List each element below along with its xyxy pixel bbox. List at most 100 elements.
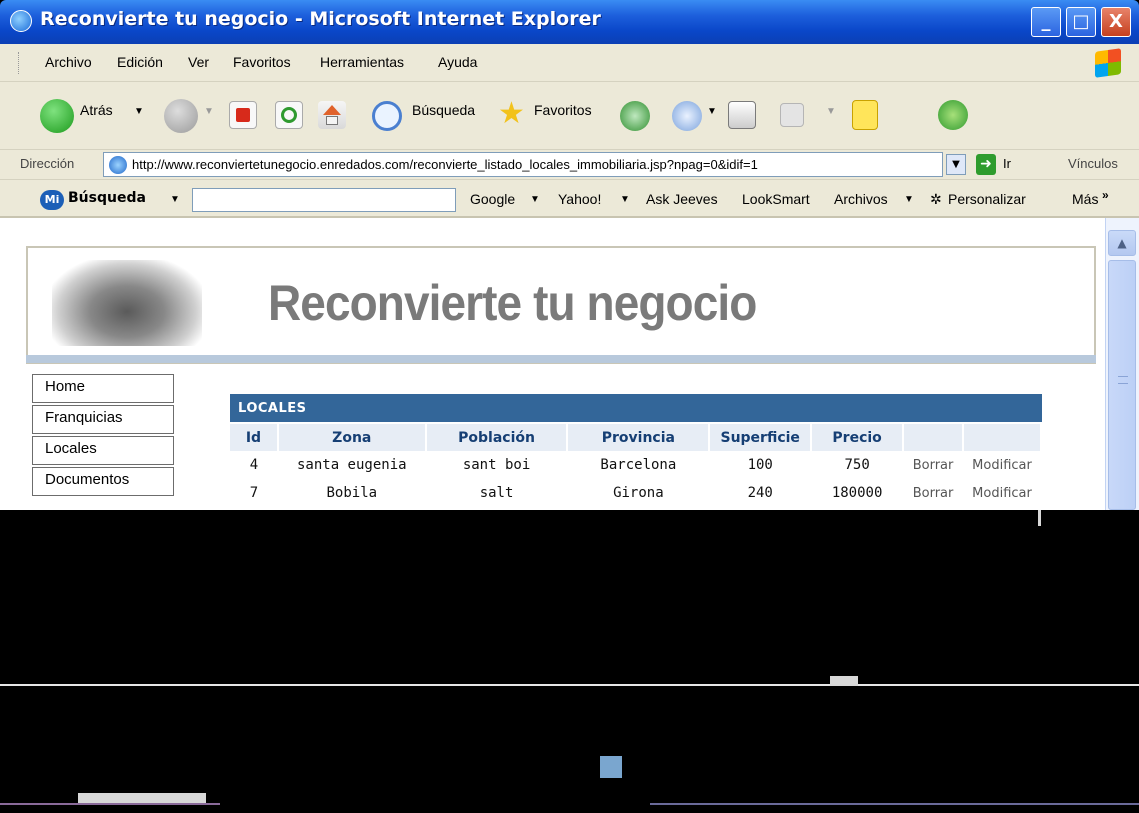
maximize-button[interactable]: □ xyxy=(1066,7,1096,37)
browser-window: Reconvierte tu negocio - Microsoft Inter… xyxy=(0,0,1139,813)
address-url: http://www.reconviertetunegocio.enredado… xyxy=(132,157,758,172)
nav-documentos[interactable]: Documentos xyxy=(32,467,174,496)
search-engine-yahoo[interactable]: Yahoo! xyxy=(558,191,601,207)
scroll-up-arrow-icon[interactable]: ▲ xyxy=(1108,230,1136,256)
forward-dropdown-icon[interactable]: ▼ xyxy=(204,106,214,117)
forward-arrow-icon[interactable] xyxy=(164,99,198,133)
favorites-star-icon[interactable]: ★ xyxy=(498,96,525,131)
menu-ayuda[interactable]: Ayuda xyxy=(438,54,477,70)
table-row: 4 santa eugenia sant boi Barcelona 100 7… xyxy=(230,451,1041,479)
artifact-block xyxy=(600,756,622,778)
table-row: 7 Bobila salt Girona 240 180000 Borrar M… xyxy=(230,479,1041,507)
search-engine-looksmart[interactable]: LookSmart xyxy=(742,191,810,207)
toolbar-grip xyxy=(18,52,21,74)
artifact-line xyxy=(0,803,220,805)
mail-dropdown-icon[interactable]: ▼ xyxy=(707,106,717,117)
vertical-scrollbar[interactable]: ▲ xyxy=(1105,218,1139,510)
refresh-icon[interactable] xyxy=(275,101,303,129)
cell-id: 4 xyxy=(249,457,259,473)
favorites-button-label[interactable]: Favoritos xyxy=(534,102,592,118)
windows-logo-icon xyxy=(1095,48,1121,78)
column-header-superficie: Superficie xyxy=(709,424,813,451)
locales-table: Id Zona Población Provincia Superficie P… xyxy=(230,424,1042,507)
stop-icon[interactable] xyxy=(229,101,257,129)
cell-id: 7 xyxy=(249,485,259,501)
search-toolbar-input[interactable] xyxy=(192,188,456,212)
modificar-link[interactable]: Modificar xyxy=(963,451,1041,479)
google-dropdown-icon[interactable]: ▼ xyxy=(530,194,540,205)
archivos-dropdown-icon[interactable]: ▼ xyxy=(904,194,914,205)
column-header-blank xyxy=(903,424,964,451)
cell-provincia: Girona xyxy=(613,485,664,501)
menu-herramientas[interactable]: Herramientas xyxy=(320,54,404,70)
more-chevron-icon[interactable]: » xyxy=(1102,188,1109,202)
discuss-icon[interactable] xyxy=(852,100,878,130)
column-header-blank xyxy=(963,424,1042,451)
home-icon[interactable] xyxy=(318,101,346,129)
search-toolbar-dropdown-icon[interactable]: ▼ xyxy=(170,194,180,205)
links-label[interactable]: Vínculos xyxy=(1068,156,1118,171)
artifact-bar xyxy=(78,793,206,803)
cell-zona: Bobila xyxy=(326,485,378,501)
cell-precio: 180000 xyxy=(831,485,883,501)
cell-superficie: 240 xyxy=(747,485,773,501)
ie-icon xyxy=(10,10,32,32)
page-viewport: Reconvierte tu negocio Home Franquicias … xyxy=(0,218,1105,510)
mail-icon[interactable] xyxy=(672,101,702,131)
mi-logo-icon: Mi xyxy=(40,190,64,210)
search-icon[interactable] xyxy=(372,101,402,131)
more-button[interactable]: Más xyxy=(1072,191,1098,207)
nav-home[interactable]: Home xyxy=(32,374,174,403)
search-toolbar: Mi Búsqueda ▼ Google ▼ Yahoo! ▼ Ask Jeev… xyxy=(0,180,1139,218)
column-header-provincia: Provincia xyxy=(567,424,711,451)
rendering-artifact-area xyxy=(0,510,1139,813)
nav-locales[interactable]: Locales xyxy=(32,436,174,465)
print-icon[interactable] xyxy=(728,101,756,129)
borrar-link[interactable]: Borrar xyxy=(903,451,963,479)
menu-favoritos[interactable]: Favoritos xyxy=(233,54,291,70)
borrar-link[interactable]: Borrar xyxy=(903,479,963,507)
scroll-grip-icon xyxy=(1118,376,1128,384)
customize-gear-icon[interactable]: ✲ xyxy=(930,191,942,208)
cell-zona: santa eugenia xyxy=(296,457,407,473)
site-banner: Reconvierte tu negocio xyxy=(26,246,1096,364)
search-button-label[interactable]: Búsqueda xyxy=(412,102,475,118)
column-header-zona: Zona xyxy=(277,424,427,451)
search-engine-askjeeves[interactable]: Ask Jeeves xyxy=(646,191,718,207)
menu-archivo[interactable]: Archivo xyxy=(45,54,92,70)
modificar-link[interactable]: Modificar xyxy=(963,479,1041,507)
go-arrow-icon[interactable]: ➜ xyxy=(976,154,996,175)
back-dropdown-icon[interactable]: ▼ xyxy=(134,106,144,117)
artifact-block xyxy=(1038,510,1041,526)
address-input[interactable]: http://www.reconviertetunegocio.enredado… xyxy=(103,152,943,177)
site-brand-title: Reconvierte tu negocio xyxy=(268,275,757,331)
edit-dropdown-icon[interactable]: ▼ xyxy=(826,106,836,117)
locales-section-title: LOCALES xyxy=(230,394,1042,422)
edit-icon[interactable] xyxy=(780,103,804,127)
menu-bar: Archivo Edición Ver Favoritos Herramient… xyxy=(0,44,1139,82)
address-label: Dirección xyxy=(20,156,75,171)
customize-button[interactable]: Personalizar xyxy=(948,191,1026,207)
minimize-button[interactable]: _ xyxy=(1031,7,1061,37)
history-icon[interactable] xyxy=(620,101,650,131)
column-header-precio: Precio xyxy=(811,424,905,451)
back-button-label[interactable]: Atrás xyxy=(80,102,113,118)
address-dropdown-icon[interactable]: ▼ xyxy=(946,154,966,175)
title-bar: Reconvierte tu negocio - Microsoft Inter… xyxy=(0,0,1139,44)
table-header-row: Id Zona Población Provincia Superficie P… xyxy=(230,424,1042,451)
close-button[interactable]: X xyxy=(1101,7,1131,37)
yahoo-dropdown-icon[interactable]: ▼ xyxy=(620,194,630,205)
menu-edicion[interactable]: Edición xyxy=(117,54,163,70)
artifact-line xyxy=(0,684,1139,686)
search-archivos[interactable]: Archivos xyxy=(834,191,888,207)
search-toolbar-label[interactable]: Búsqueda xyxy=(68,190,146,206)
page-icon xyxy=(109,156,127,174)
back-arrow-icon[interactable] xyxy=(40,99,74,133)
nav-franquicias[interactable]: Franquicias xyxy=(32,405,174,434)
menu-ver[interactable]: Ver xyxy=(188,54,209,70)
go-button-label[interactable]: Ir xyxy=(1003,156,1011,171)
search-engine-google[interactable]: Google xyxy=(470,191,515,207)
scroll-thumb[interactable] xyxy=(1108,260,1136,510)
banner-divider xyxy=(26,355,1096,363)
messenger-icon[interactable] xyxy=(938,100,968,130)
